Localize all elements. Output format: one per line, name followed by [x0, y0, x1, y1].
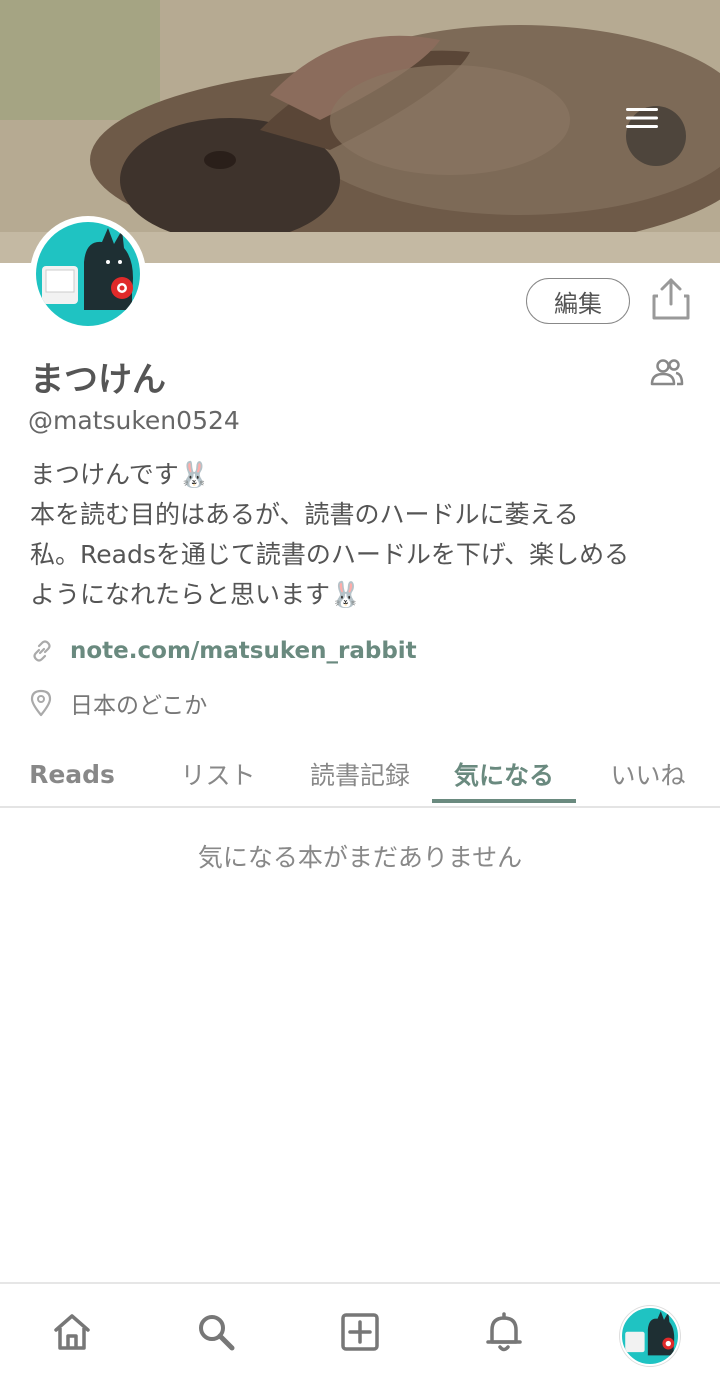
search-icon: [199, 1315, 235, 1351]
profile-tabs: Reads リスト 読書記録 気になる いいね: [0, 744, 720, 808]
edit-profile-button[interactable]: 編集: [526, 278, 630, 324]
profile-location: 日本のどこか: [70, 693, 208, 719]
menu-icon: [626, 108, 658, 128]
active-tab-indicator: [432, 799, 576, 803]
bio-line: まつけんです🐰: [30, 460, 210, 489]
tab-reading-log[interactable]: 読書記録: [288, 744, 432, 804]
bell-icon: [486, 1312, 522, 1352]
tab-reads[interactable]: Reads: [14, 744, 130, 804]
menu-button[interactable]: [626, 106, 686, 166]
location-pin-icon: [30, 689, 52, 717]
profile-bio: まつけんです🐰 本を読む目的はあるが、読書のハードルに萎える 私。Readsを通…: [30, 455, 700, 615]
share-button[interactable]: [650, 276, 692, 322]
avatar[interactable]: [30, 216, 146, 332]
nav-search-button[interactable]: [192, 1308, 240, 1356]
nav-profile-avatar[interactable]: [620, 1306, 680, 1366]
tab-interested[interactable]: 気になる: [432, 744, 576, 804]
avatar-image: [36, 222, 140, 326]
share-icon: [652, 278, 690, 320]
bio-line: 本を読む目的はあるが、読書のハードルに萎える: [30, 500, 579, 529]
profile-link-row[interactable]: note.com/matsuken_rabbit: [30, 634, 417, 668]
empty-state-message: 気になる本がまだありません: [197, 843, 523, 872]
tab-lists[interactable]: リスト: [146, 744, 290, 804]
tab-likes[interactable]: いいね: [576, 744, 720, 804]
profile-location-row: 日本のどこか: [30, 686, 207, 720]
add-icon: [341, 1313, 379, 1351]
followers-button[interactable]: [650, 357, 684, 387]
followers-icon: [650, 359, 684, 386]
bio-line: 私。Readsを通じて読書のハードルを下げ、楽しめる: [30, 540, 630, 569]
profile-handle: @matsuken0524: [28, 406, 240, 435]
profile-name: まつけん: [30, 360, 166, 400]
link-icon: [33, 640, 51, 662]
bottom-navigation: [0, 1282, 720, 1395]
profile-link[interactable]: note.com/matsuken_rabbit: [70, 638, 417, 664]
nav-add-button[interactable]: [336, 1308, 384, 1356]
home-icon: [54, 1314, 90, 1350]
nav-home-button[interactable]: [48, 1308, 96, 1356]
bio-line: ようになれたらと思います🐰: [30, 580, 362, 609]
nav-notifications-button[interactable]: [480, 1308, 528, 1356]
